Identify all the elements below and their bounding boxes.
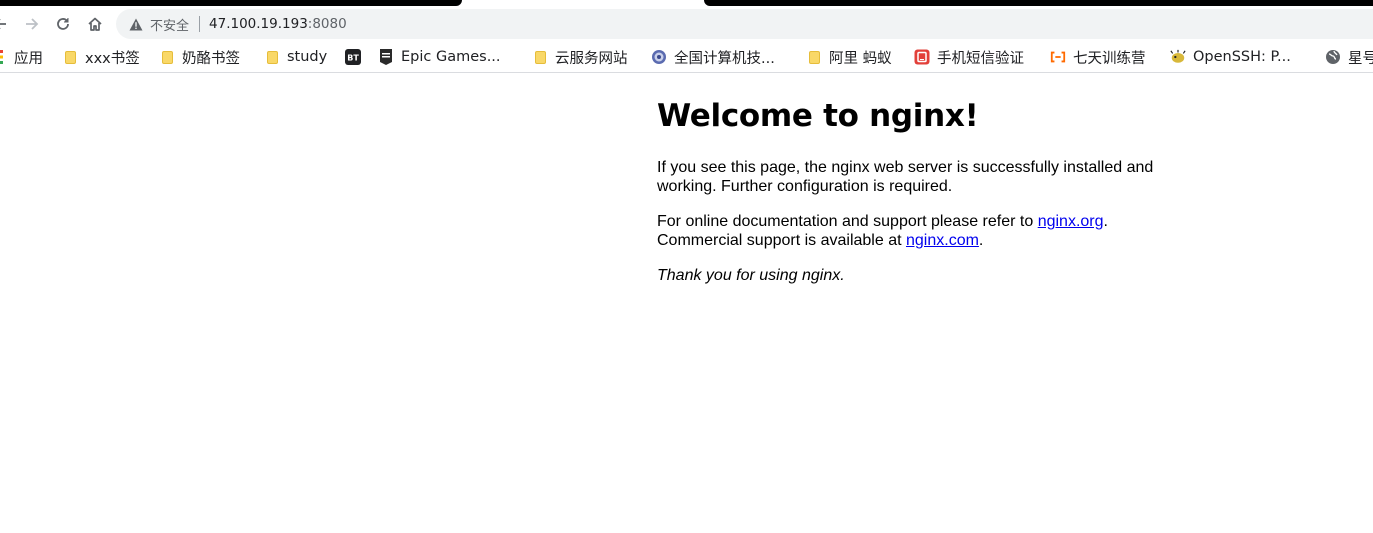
bookmark-seven-day-camp[interactable]: 七天训练营 [1050, 46, 1146, 68]
bookmark-folder-study[interactable]: study [264, 46, 327, 68]
bookmark-epic-games[interactable]: Epic Games... [378, 46, 501, 68]
reload-button[interactable] [49, 10, 77, 38]
bookmark-label: Epic Games... [401, 49, 501, 65]
sms-icon [914, 49, 930, 65]
intro-paragraph: If you see this page, the nginx web serv… [657, 159, 1154, 195]
warning-icon[interactable] [128, 16, 144, 32]
forward-arrow-icon [26, 18, 39, 30]
bookmark-apps[interactable]: 应用 [0, 46, 43, 68]
bookmark-folder-ali[interactable]: 阿里 蚂蚁 [806, 46, 892, 68]
support-paragraph: For online documentation and support ple… [657, 212, 1177, 250]
folder-icon [806, 49, 822, 65]
aliyun-icon [1050, 49, 1066, 65]
reload-icon [57, 18, 69, 30]
bookmark-folder-cheese[interactable]: 奶酪书签 [159, 46, 240, 68]
forward-button[interactable] [18, 10, 46, 38]
support-period: . [1103, 213, 1108, 230]
world-icon [1325, 49, 1341, 65]
bookmark-computer-exam[interactable]: 全国计算机技... [651, 46, 775, 68]
folder-icon [62, 49, 78, 65]
openssh-icon [1170, 49, 1186, 65]
commercial-text: Commercial support is available at [657, 232, 906, 249]
bookmark-label: 云服务网站 [555, 50, 628, 67]
bookmark-label: xxx书签 [85, 50, 140, 67]
url-text[interactable]: 47.100.19.193:8080 [209, 16, 347, 32]
nginx-com-link[interactable]: nginx.com [906, 232, 979, 249]
bookmark-label: OpenSSH: P... [1193, 49, 1291, 65]
back-arrow-icon [0, 19, 6, 29]
bookmark-label: 星号 [1348, 50, 1373, 67]
browser-toolbar: 不安全 47.100.19.193:8080 [0, 6, 1373, 42]
home-button[interactable] [81, 10, 109, 38]
folder-icon [159, 49, 175, 65]
bookmark-label: 七天训练营 [1073, 50, 1146, 67]
url-host: 47.100.19.193 [209, 16, 308, 32]
bookmarks-bar: 应用 xxx书签 奶酪书签 study BT Epic Games... 云服务… [0, 42, 1373, 73]
svg-text:BT: BT [347, 54, 359, 63]
back-button[interactable] [0, 10, 14, 38]
support-text: For online documentation and support ple… [657, 213, 1038, 230]
address-divider [199, 16, 201, 32]
bookmark-openssh[interactable]: OpenSSH: P... [1170, 46, 1291, 68]
url-port: :8080 [307, 16, 347, 32]
nginx-welcome-page: Welcome to nginx! If you see this page, … [657, 92, 1177, 285]
bookmark-label: 全国计算机技... [674, 50, 775, 67]
bookmark-label: 应用 [14, 50, 43, 67]
bookmark-world[interactable]: 星号 [1325, 46, 1373, 68]
apps-grid-icon [0, 49, 6, 65]
epic-games-icon [378, 49, 394, 65]
nginx-org-link[interactable]: nginx.org [1038, 213, 1104, 230]
thanks-paragraph: Thank you for using nginx. [657, 267, 845, 284]
page-title: Welcome to nginx! [657, 98, 979, 134]
home-icon [88, 17, 102, 31]
commercial-period: . [978, 232, 984, 249]
security-status-label[interactable]: 不安全 [150, 15, 189, 34]
bookmark-sms-verify[interactable]: 手机短信验证 [914, 46, 1024, 68]
bookmark-label: 手机短信验证 [937, 50, 1024, 67]
globe-icon [651, 49, 667, 65]
bookmark-bt[interactable]: BT [345, 46, 368, 68]
bookmark-folder-cloud[interactable]: 云服务网站 [532, 46, 628, 68]
bookmark-label: 阿里 蚂蚁 [829, 50, 892, 67]
bookmark-folder-xxx[interactable]: xxx书签 [62, 46, 140, 68]
bookmark-label: study [287, 49, 328, 65]
address-bar[interactable]: 不安全 47.100.19.193:8080 [116, 9, 1373, 39]
bookmark-label: 奶酪书签 [182, 50, 240, 67]
bt-icon: BT [345, 49, 361, 65]
folder-icon [264, 49, 280, 65]
folder-icon [532, 49, 548, 65]
